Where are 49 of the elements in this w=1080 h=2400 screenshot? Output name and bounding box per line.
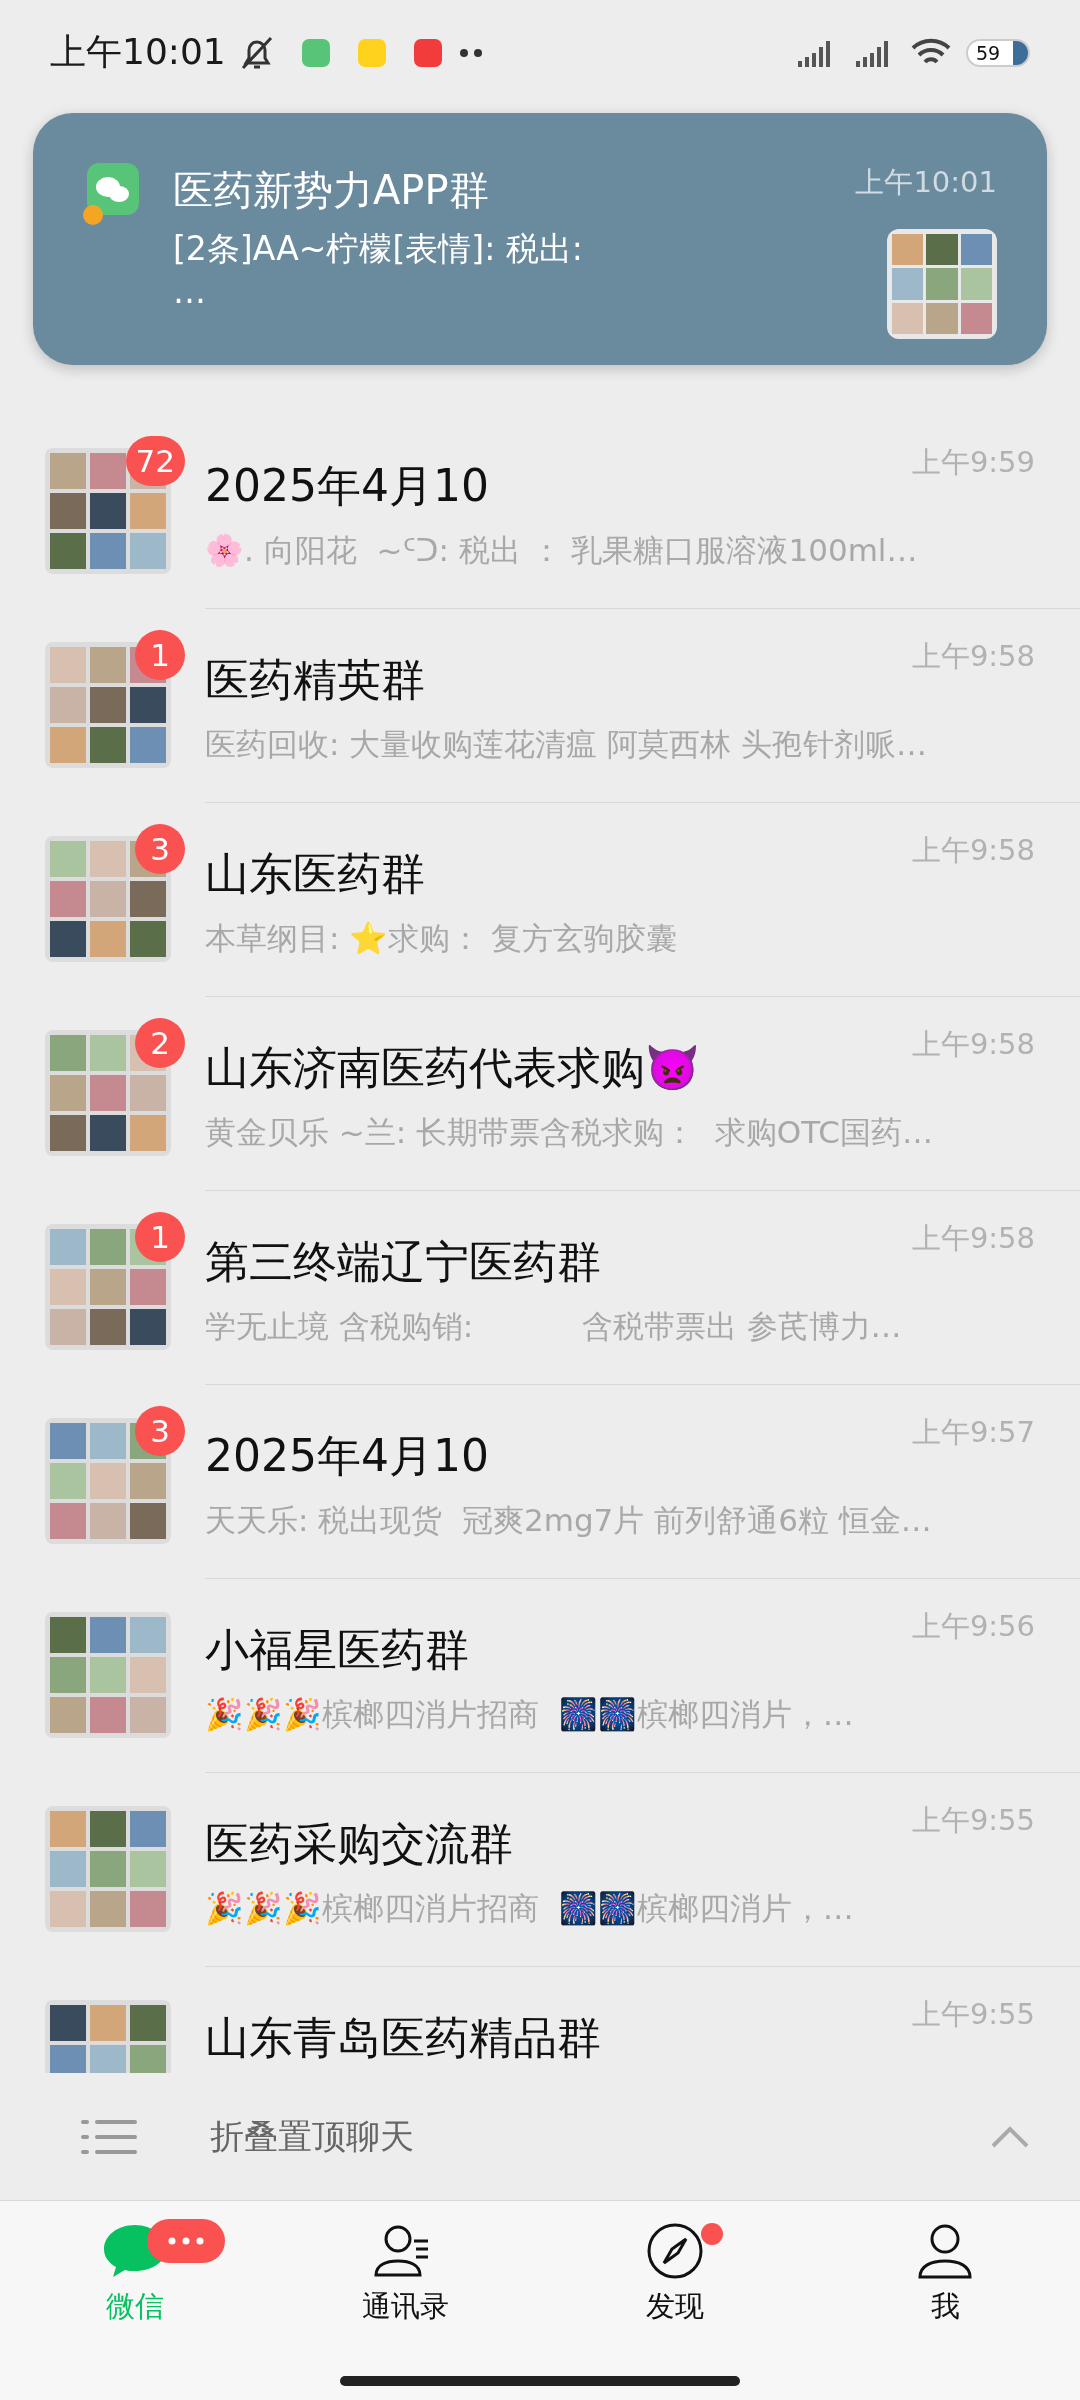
status-time: 上午10:01 (50, 30, 226, 74)
chat-title[interactable]: 医药采购交流群 (205, 1815, 513, 1874)
chat-time: 上午9:57 (911, 1414, 1035, 1451)
list-icon (80, 2117, 138, 2156)
app-notification-icon (413, 38, 442, 67)
unread-count: 1 (135, 1212, 185, 1262)
chat-title[interactable]: 小福星医药群 (205, 1621, 469, 1680)
unread-count: 72 (125, 436, 185, 486)
chat-time: 上午9:55 (911, 1802, 1035, 1839)
tab[interactable]: 发现 (540, 2221, 810, 2327)
tab[interactable]: 通讯录 (270, 2221, 540, 2327)
chat-title[interactable]: 2025年4月10 (205, 1427, 489, 1486)
unread-count: 1 (135, 630, 185, 680)
chat-time: 上午9:58 (911, 638, 1035, 675)
message-preview: 本草纲目: ⭐求购： 复方玄驹胶囊 (205, 919, 679, 958)
message-preview: 医药回收: 大量收购莲花清瘟 阿莫西林 头孢针剂哌… (205, 725, 928, 764)
app-notification-icon (357, 38, 386, 67)
bell-off-icon (239, 34, 274, 71)
chat-app-icon (83, 163, 139, 225)
chat-time: 上午9:58 (911, 1026, 1035, 1063)
app-notification-icon (301, 38, 330, 67)
message-preview: 黄金贝乐 ~兰: 长期带票含税求购： 求购OTC国药… (205, 1113, 934, 1152)
chat-title[interactable]: 2025年4月10 (205, 457, 489, 516)
message-preview: 天天乐: 税出现货 冠爽2mg7片 前列舒通6粒 恒金… (205, 1501, 933, 1540)
unread-count: 2 (135, 1018, 185, 1068)
chat-time: 上午9:59 (911, 444, 1035, 481)
unread-count: 3 (135, 1406, 185, 1456)
chat-time: 上午9:58 (911, 832, 1035, 869)
message-preview: 学无止境 含税购销: 含税带票出 参芪博力… (205, 1307, 903, 1346)
folded-chats-label[interactable]: 折叠置顶聊天 (210, 2113, 990, 2160)
chat-title[interactable]: 山东医药群 (205, 845, 425, 904)
chat-title[interactable]: 山东济南医药代表求购👿 (205, 1039, 700, 1098)
chat-time: 上午9:56 (911, 1608, 1035, 1645)
tab[interactable]: 我 (810, 2221, 1080, 2327)
notification-title: 医药新势力APP群 (173, 166, 490, 215)
message-preview: 🎉🎉🎉槟榔四消片招商 🎆🎆槟榔四消片，… (205, 1889, 855, 1928)
chat-title[interactable]: 第三终端辽宁医药群 (205, 1233, 601, 1292)
chevron-up-icon[interactable] (990, 2124, 1030, 2149)
chat-time: 上午9:55 (911, 1996, 1035, 2033)
notification-banner[interactable]: 医药新势力APP群 [2条]AA~柠檬[表情]: 税出: … 上午10:01 (33, 113, 1047, 365)
notification-time: 上午10:01 (855, 164, 997, 201)
unread-count: 3 (135, 824, 185, 874)
chat-title[interactable]: 山东青岛医药精品群 (205, 2009, 601, 2068)
chat-time: 上午9:58 (911, 1220, 1035, 1257)
message-preview: 🌸. 向阳花 ~ᑦᑐ: 税出 ： 乳果糖口服溶液100ml… (205, 531, 919, 570)
battery-indicator: 59 (966, 38, 1030, 67)
chat-title[interactable]: 医药精英群 (205, 651, 425, 710)
notification-message: [2条]AA~柠檬[表情]: 税出: … (173, 228, 584, 313)
message-preview: 🎉🎉🎉槟榔四消片招商 🎆🎆槟榔四消片，… (205, 1695, 855, 1734)
